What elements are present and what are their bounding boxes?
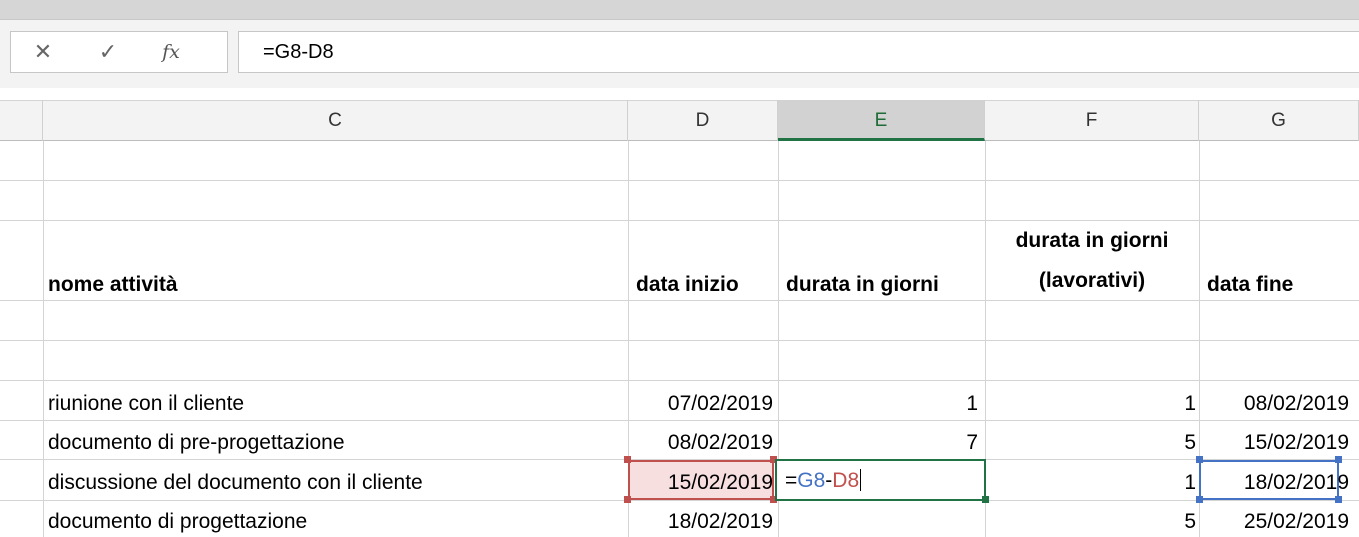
column-header-c[interactable]: C	[43, 100, 628, 141]
cell-workdays[interactable]: 5	[985, 510, 1196, 534]
row-divider	[0, 500, 1359, 501]
reference-handle[interactable]	[1196, 456, 1203, 463]
header-durata-lavorativi-line2: (lavorativi)	[1038, 269, 1146, 292]
header-data-inizio: data inizio	[636, 273, 739, 296]
row-divider	[0, 300, 1359, 301]
spreadsheet-grid: C D E F G nome attività data inizio dura…	[0, 0, 1359, 537]
row-divider	[0, 340, 1359, 341]
cell-start[interactable]: 18/02/2019	[628, 510, 773, 534]
reference-handle[interactable]	[624, 456, 631, 463]
cell-formula: =G8-D8	[785, 469, 862, 493]
cell-end[interactable]: 15/02/2019	[1199, 431, 1349, 455]
cell-name[interactable]: discussione del documento con il cliente	[48, 471, 423, 495]
cell-workdays[interactable]: 1	[985, 471, 1196, 495]
column-header-f[interactable]: F	[985, 100, 1199, 141]
cell-name[interactable]: riunione con il cliente	[48, 392, 244, 416]
cell-start[interactable]: 15/02/2019	[628, 471, 773, 495]
column-divider	[43, 141, 44, 537]
header-data-fine: data fine	[1207, 273, 1294, 296]
row-divider	[0, 180, 1359, 181]
cell-end[interactable]: 08/02/2019	[1199, 392, 1349, 416]
cell-end[interactable]: 25/02/2019	[1199, 510, 1349, 534]
reference-handle[interactable]	[1335, 496, 1342, 503]
cell-duration[interactable]: 7	[778, 431, 978, 455]
text-cursor	[860, 469, 862, 491]
formula-equals: =	[785, 469, 798, 492]
cell-duration[interactable]: 1	[778, 392, 978, 416]
formula-ref-g8: G8	[797, 469, 826, 492]
row-divider	[0, 380, 1359, 381]
reference-handle[interactable]	[624, 496, 631, 503]
active-cell-editor[interactable]: =G8-D8	[775, 459, 986, 501]
header-durata-lavorativi-line1: durata in giorni	[1015, 229, 1169, 252]
row-divider	[0, 420, 1359, 421]
cell-end[interactable]: 18/02/2019	[1199, 471, 1349, 495]
cell-start[interactable]: 08/02/2019	[628, 431, 773, 455]
header-durata: durata in giorni	[786, 273, 939, 296]
row-divider	[0, 220, 1359, 221]
cell-workdays[interactable]: 5	[985, 431, 1196, 455]
fill-handle[interactable]	[982, 496, 989, 503]
reference-handle[interactable]	[1335, 456, 1342, 463]
column-header-d[interactable]: D	[628, 100, 778, 141]
cell-start[interactable]: 07/02/2019	[628, 392, 773, 416]
header-nome-attivita: nome attività	[48, 273, 178, 296]
column-header-e[interactable]: E	[778, 100, 985, 141]
cell-name[interactable]: documento di progettazione	[48, 510, 307, 534]
reference-handle[interactable]	[1196, 496, 1203, 503]
column-header-g[interactable]: G	[1199, 100, 1359, 141]
cell-workdays[interactable]: 1	[985, 392, 1196, 416]
formula-ref-d8: D8	[832, 469, 860, 492]
cell-name[interactable]: documento di pre-progettazione	[48, 431, 345, 455]
select-all-corner[interactable]	[0, 100, 43, 141]
